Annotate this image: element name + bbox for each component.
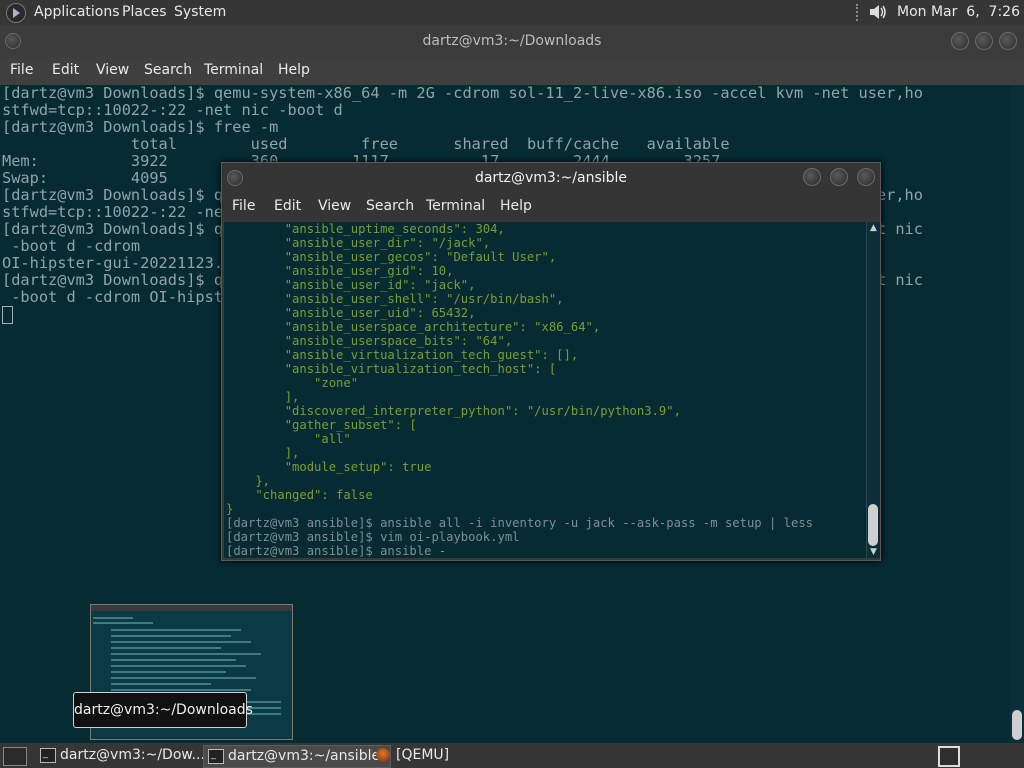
menu-terminal[interactable]: Terminal xyxy=(426,198,485,214)
terminal-line: "discovered_interpreter_python": "/usr/b… xyxy=(226,404,681,418)
task-ansible-terminal[interactable]: dartz@vm3:~/ansible xyxy=(203,744,391,768)
workspace-switcher-icon[interactable] xyxy=(938,746,960,767)
taskbar: dartz@vm3:~/Dow... dartz@vm3:~/ansible [… xyxy=(0,743,1024,768)
scroll-up-icon[interactable]: ▲ xyxy=(868,223,879,233)
terminal-line: "ansible_virtualization_tech_host": [ xyxy=(226,362,557,376)
ansible-terminal-window: dartz@vm3:~/ansible File Edit View Searc… xyxy=(221,162,881,561)
terminal-line: "ansible_user_uid": 65432, xyxy=(226,306,476,320)
scrollbar-thumb[interactable] xyxy=(868,504,878,546)
task-qemu[interactable]: [QEMU] xyxy=(372,745,516,766)
task-label: dartz@vm3:~/ansible xyxy=(228,748,381,764)
terminal-line: "ansible_user_gecos": "Default User", xyxy=(226,250,557,264)
menu-file[interactable]: File xyxy=(232,198,255,214)
terminal-line: } xyxy=(226,502,234,516)
minimize-button[interactable] xyxy=(951,32,969,50)
terminal-line: "ansible_userspace_architecture": "x86_6… xyxy=(226,320,601,334)
terminal-line: "changed": false xyxy=(226,488,373,502)
qemu-icon xyxy=(376,748,390,762)
terminal-line: ], xyxy=(226,390,300,404)
menu-places[interactable]: Places xyxy=(122,4,167,20)
menu-help[interactable]: Help xyxy=(278,62,310,78)
close-button[interactable] xyxy=(999,32,1017,50)
menu-edit[interactable]: Edit xyxy=(274,198,301,214)
terminal-line: "ansible_user_shell": "/usr/bin/bash", xyxy=(226,292,564,306)
terminal-icon xyxy=(208,744,224,765)
window-menu-icon[interactable] xyxy=(227,170,243,186)
terminal-line: "ansible_user_dir": "/jack", xyxy=(226,236,491,250)
menu-view[interactable]: View xyxy=(96,62,129,78)
menubar: File Edit View Search Terminal Help xyxy=(0,57,1024,85)
clock[interactable]: Mon Mar 6, 7:26 PM xyxy=(897,4,1024,20)
menu-help[interactable]: Help xyxy=(500,198,532,214)
terminal-output[interactable]: "ansible_uptime_seconds": 304, "ansible_… xyxy=(224,222,866,558)
show-desktop-icon[interactable] xyxy=(3,747,27,766)
terminal-line: "gather_subset": [ xyxy=(226,418,417,432)
terminal-line: "all" xyxy=(226,432,351,446)
volume-icon[interactable] xyxy=(868,3,888,21)
terminal-line: "ansible_virtualization_tech_guest": [], xyxy=(226,348,579,362)
close-button[interactable] xyxy=(857,168,875,186)
terminal-line: "ansible_user_id": "jack", xyxy=(226,278,476,292)
task-label: dartz@vm3:~/Dow... xyxy=(60,747,205,763)
terminal-cursor xyxy=(2,306,13,324)
menu-search[interactable]: Search xyxy=(144,62,192,78)
window-title: dartz@vm3:~/ansible xyxy=(474,170,628,186)
window-menu-icon[interactable] xyxy=(5,33,21,49)
menu-view[interactable]: View xyxy=(318,198,351,214)
window-titlebar[interactable]: dartz@vm3:~/ansible xyxy=(222,163,880,193)
panel-handle[interactable] xyxy=(856,4,862,21)
scrollbar[interactable] xyxy=(1010,85,1024,743)
terminal-line: [dartz@vm3 Downloads]$ qemu-system-x86_6… xyxy=(2,85,923,102)
applications-icon[interactable] xyxy=(6,3,26,23)
terminal-line: ], xyxy=(226,446,300,460)
menu-applications[interactable]: Applications xyxy=(34,4,120,20)
terminal-line: "module_setup": true xyxy=(226,460,432,474)
scrollbar[interactable]: ▲ ▼ xyxy=(866,222,880,558)
top-panel: Applications Places System Mon Mar 6, 7:… xyxy=(0,0,1024,25)
terminal-line: [dartz@vm3 ansible]$ ansible - xyxy=(226,544,447,558)
scroll-down-icon[interactable]: ▼ xyxy=(868,547,879,557)
thumbnail-tooltip: dartz@vm3:~/Downloads xyxy=(73,692,253,728)
terminal-line: "zone" xyxy=(226,376,359,390)
task-label: [QEMU] xyxy=(396,747,450,763)
window-titlebar[interactable]: dartz@vm3:~/Downloads xyxy=(0,25,1024,57)
terminal-icon xyxy=(40,743,56,764)
menubar: File Edit View Search Terminal Help xyxy=(222,193,880,222)
terminal-line: stfwd=tcp::10022-:22 -net nic -boot d xyxy=(2,101,343,119)
terminal-line: "ansible_user_gid": 10, xyxy=(226,264,454,278)
maximize-button[interactable] xyxy=(975,32,993,50)
terminal-line: "ansible_userspace_bits": "64", xyxy=(226,334,513,348)
menu-edit[interactable]: Edit xyxy=(52,62,79,78)
terminal-line: [dartz@vm3 ansible]$ ansible all -i inve… xyxy=(226,516,813,530)
task-downloads-terminal[interactable]: dartz@vm3:~/Dow... xyxy=(36,743,222,766)
maximize-button[interactable] xyxy=(830,168,848,186)
menu-system[interactable]: System xyxy=(174,4,226,20)
terminal-line: }, xyxy=(226,474,271,488)
terminal-line: [dartz@vm3 Downloads]$ free -m xyxy=(2,118,279,136)
menu-search[interactable]: Search xyxy=(366,198,414,214)
scrollbar-thumb[interactable] xyxy=(1012,710,1022,740)
menu-file[interactable]: File xyxy=(10,62,33,78)
terminal-line: "ansible_uptime_seconds": 304, xyxy=(226,222,505,236)
menu-terminal[interactable]: Terminal xyxy=(204,62,263,78)
terminal-line: total used free shared buff/cache availa… xyxy=(2,135,730,153)
minimize-button[interactable] xyxy=(803,168,821,186)
terminal-line: [dartz@vm3 ansible]$ vim oi-playbook.yml xyxy=(226,530,520,544)
window-title: dartz@vm3:~/Downloads xyxy=(422,33,602,49)
